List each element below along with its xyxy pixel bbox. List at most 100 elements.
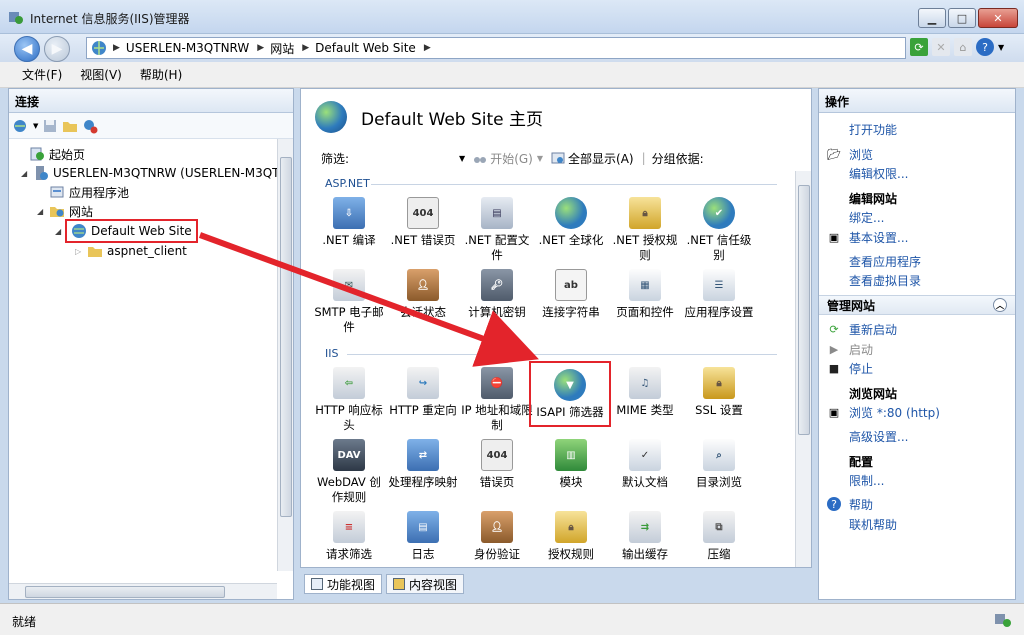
filter-dropdown-icon[interactable]: ▼ bbox=[459, 154, 465, 163]
tree-item-start-page[interactable]: 起始页 bbox=[29, 145, 85, 163]
start-filter-button[interactable]: 开始(G) bbox=[473, 150, 533, 167]
feature-directory-browsing[interactable]: ⌕ 目录浏览 bbox=[683, 439, 755, 490]
feature-label: .NET 错误页 bbox=[390, 233, 456, 247]
action-bindings[interactable]: 绑定... bbox=[849, 209, 884, 226]
feature-output-caching[interactable]: ⇉ 输出缓存 bbox=[609, 511, 681, 562]
action-explore[interactable]: 浏览 bbox=[849, 146, 873, 163]
feature-request-filtering[interactable]: ≡ 请求筛选 bbox=[313, 511, 385, 562]
scrollbar-thumb[interactable] bbox=[280, 157, 292, 517]
scrollbar-thumb[interactable] bbox=[25, 586, 225, 598]
tab-content-view[interactable]: 内容视图 bbox=[386, 574, 465, 594]
expand-arrow-icon[interactable]: ▷ bbox=[75, 247, 81, 256]
tree-item-default-web-site[interactable]: Default Web Site bbox=[65, 219, 198, 243]
action-edit-permissions[interactable]: 编辑权限... bbox=[849, 165, 908, 182]
scrollbar-thumb[interactable] bbox=[798, 185, 810, 435]
feature-net-profile[interactable]: ▤ .NET 配置文件 bbox=[461, 197, 533, 263]
feature-ssl-settings[interactable]: 🔒︎ SSL 设置 bbox=[683, 367, 755, 418]
feature-logging[interactable]: ▤ 日志 bbox=[387, 511, 459, 562]
disconnect-icon[interactable] bbox=[82, 118, 98, 134]
dropdown-icon[interactable]: ▼ bbox=[33, 122, 38, 130]
feature-net-authorization[interactable]: 🔒︎ .NET 授权规则 bbox=[609, 197, 681, 263]
tree-horizontal-scrollbar[interactable] bbox=[9, 583, 277, 599]
features-vertical-scrollbar[interactable] bbox=[795, 171, 811, 567]
feature-http-response-headers[interactable]: ⇦ HTTP 响应标头 bbox=[313, 367, 385, 433]
error-404-icon: 404 bbox=[407, 197, 439, 229]
feature-ip-domain-restrictions[interactable]: ⛔ IP 地址和域限制 bbox=[461, 367, 533, 433]
group-by-label[interactable]: 分组依据: bbox=[652, 150, 704, 167]
action-start[interactable]: 启动 bbox=[849, 341, 873, 358]
feature-net-trust-levels[interactable]: ✔ .NET 信任级别 bbox=[683, 197, 755, 263]
action-view-virtual-directories[interactable]: 查看虚拟目录 bbox=[849, 272, 921, 289]
action-stop[interactable]: 停止 bbox=[849, 360, 873, 377]
collapse-chevron-icon[interactable]: ︿ bbox=[993, 298, 1007, 312]
action-view-applications[interactable]: 查看应用程序 bbox=[849, 253, 921, 270]
tree-label: 应用程序池 bbox=[69, 185, 130, 200]
connect-globe-icon[interactable] bbox=[13, 118, 29, 134]
home-icon[interactable]: ⌂ bbox=[954, 38, 972, 56]
action-restart[interactable]: 重新启动 bbox=[849, 321, 897, 338]
help-icon[interactable]: ? bbox=[976, 38, 994, 56]
webdav-icon: DAV bbox=[333, 439, 365, 471]
action-help[interactable]: 帮助 bbox=[849, 496, 873, 513]
action-browse-port-80[interactable]: 浏览 *:80 (http) bbox=[849, 404, 940, 421]
stop-icon[interactable]: ✕ bbox=[932, 38, 950, 56]
feature-smtp-email[interactable]: ✉ SMTP 电子邮件 bbox=[313, 269, 385, 335]
feature-pages-controls[interactable]: ▦ 页面和控件 bbox=[609, 269, 681, 320]
show-all-button[interactable]: 全部显示(A) bbox=[551, 150, 634, 167]
feature-authentication[interactable]: 👤︎ 身份验证 bbox=[461, 511, 533, 562]
tab-features-view[interactable]: 功能视图 bbox=[304, 574, 383, 594]
action-online-help[interactable]: 联机帮助 bbox=[849, 516, 897, 533]
back-button[interactable]: ◀ bbox=[14, 36, 40, 62]
tree-vertical-scrollbar[interactable] bbox=[277, 139, 293, 571]
feature-isapi-filters[interactable]: ▼ ISAPI 筛选器 bbox=[529, 361, 611, 427]
folder-up-icon[interactable] bbox=[62, 118, 78, 134]
help-dropdown-icon[interactable]: ▼ bbox=[998, 43, 1004, 52]
menu-view[interactable]: 视图(V) bbox=[80, 66, 122, 83]
collapse-arrow-icon[interactable]: ◢ bbox=[55, 227, 61, 236]
refresh-icon[interactable]: ⟳ bbox=[910, 38, 928, 56]
status-text: 就绪 bbox=[12, 615, 37, 629]
menu-help[interactable]: 帮助(H) bbox=[140, 66, 182, 83]
start-dropdown-icon[interactable]: ▼ bbox=[537, 154, 543, 163]
feature-session-state[interactable]: 👤︎ 会话状态 bbox=[387, 269, 459, 320]
breadcrumb-default-site[interactable]: Default Web Site bbox=[315, 41, 416, 55]
menu-file[interactable]: 文件(F) bbox=[22, 66, 62, 83]
feature-http-redirect[interactable]: ↪ HTTP 重定向 bbox=[387, 367, 459, 418]
forward-button[interactable]: ▶ bbox=[44, 36, 70, 62]
breadcrumb-sites[interactable]: 网站 bbox=[270, 40, 294, 57]
save-icon[interactable] bbox=[42, 118, 58, 134]
feature-modules[interactable]: ▥ 模块 bbox=[535, 439, 607, 490]
collapse-arrow-icon[interactable]: ◢ bbox=[37, 207, 43, 216]
feature-webdav-authoring[interactable]: DAV WebDAV 创作规则 bbox=[313, 439, 385, 505]
action-open-feature[interactable]: 打开功能 bbox=[849, 121, 897, 138]
minimize-button[interactable]: ▁ bbox=[918, 8, 946, 28]
action-basic-settings[interactable]: 基本设置... bbox=[849, 229, 908, 246]
collapse-arrow-icon[interactable]: ◢ bbox=[21, 169, 27, 178]
tree-item-app-pools[interactable]: 应用程序池 bbox=[49, 183, 129, 201]
feature-connection-strings[interactable]: ab 连接字符串 bbox=[535, 269, 607, 320]
feature-machine-key[interactable]: 🔑︎ 计算机密钥 bbox=[461, 269, 533, 320]
filter-input[interactable] bbox=[349, 149, 459, 167]
feature-handler-mappings[interactable]: ⇄ 处理程序映射 bbox=[387, 439, 459, 490]
page-title: Default Web Site 主页 bbox=[361, 109, 544, 130]
feature-net-error-pages[interactable]: 404 .NET 错误页 bbox=[387, 197, 459, 248]
action-advanced-settings[interactable]: 高级设置... bbox=[849, 428, 908, 445]
feature-app-settings[interactable]: ☰ 应用程序设置 bbox=[683, 269, 755, 320]
tree-item-server[interactable]: USERLEN-M3QTNRW (USERLEN-M3QT bbox=[33, 164, 280, 182]
action-limits[interactable]: 限制... bbox=[849, 472, 884, 489]
feature-label: 页面和控件 bbox=[616, 305, 674, 319]
feature-default-document[interactable]: ✓ 默认文档 bbox=[609, 439, 681, 490]
tree-item-sites[interactable]: 网站 bbox=[49, 202, 93, 220]
breadcrumb-server[interactable]: USERLEN-M3QTNRW bbox=[126, 41, 249, 55]
icon-badge: DAV bbox=[337, 449, 361, 461]
feature-authorization-rules[interactable]: 🔒︎ 授权规则 bbox=[535, 511, 607, 562]
feature-compression[interactable]: ⧉ 压缩 bbox=[683, 511, 755, 562]
address-box[interactable]: ▶ USERLEN-M3QTNRW ▶ 网站 ▶ Default Web Sit… bbox=[86, 37, 906, 59]
feature-error-pages[interactable]: 404 错误页 bbox=[461, 439, 533, 490]
maximize-button[interactable]: □ bbox=[948, 8, 976, 28]
close-button[interactable]: ✕ bbox=[978, 8, 1018, 28]
feature-net-compilation[interactable]: ⇩ .NET 编译 bbox=[313, 197, 385, 248]
feature-net-globalization[interactable]: .NET 全球化 bbox=[535, 197, 607, 248]
tree-item-aspnet-client[interactable]: aspnet_client bbox=[87, 242, 187, 260]
feature-mime-types[interactable]: ♫ MIME 类型 bbox=[609, 367, 681, 418]
